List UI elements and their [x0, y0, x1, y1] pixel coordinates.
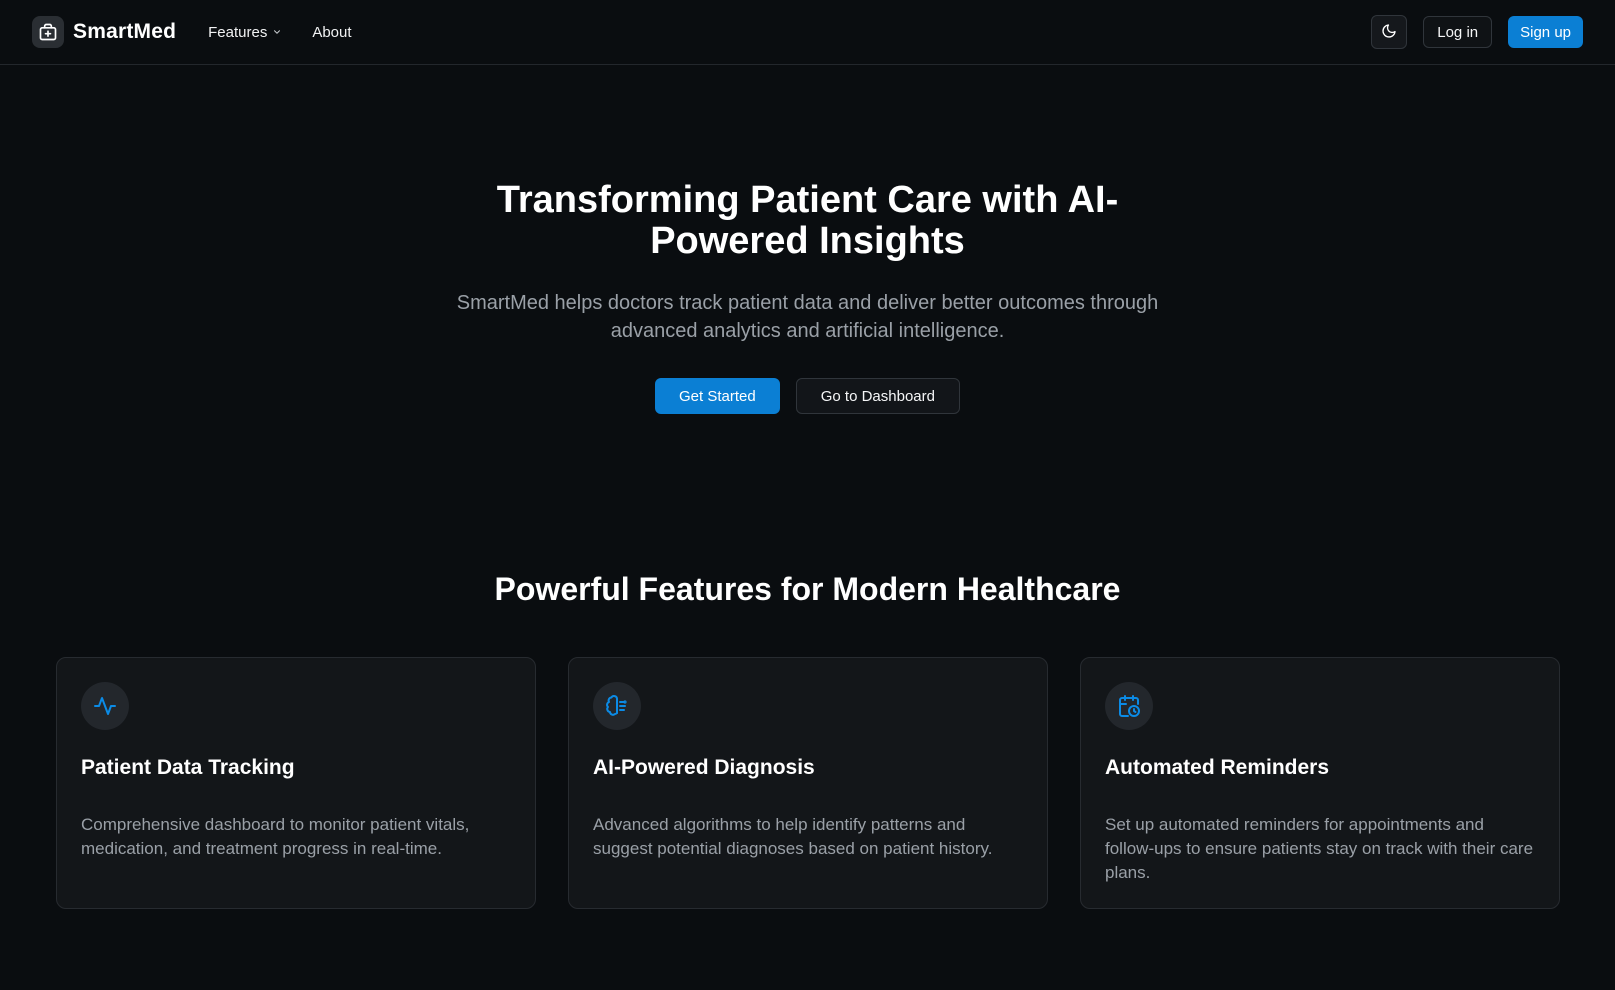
nav-features-label: Features — [208, 23, 268, 41]
activity-icon — [81, 682, 129, 730]
hero-section: Transforming Patient Care with AI-Powere… — [0, 180, 1615, 414]
moon-icon — [1381, 23, 1397, 42]
feature-title: AI-Powered Diagnosis — [593, 756, 815, 779]
medical-bag-icon — [32, 16, 64, 48]
feature-title: Automated Reminders — [1105, 756, 1330, 779]
nav-actions: Log in Sign up — [1371, 15, 1583, 49]
feature-description: Advanced algorithms to help identify pat… — [593, 815, 993, 858]
theme-toggle-button[interactable] — [1371, 15, 1408, 49]
brand[interactable]: SmartMed — [32, 16, 176, 48]
chevron-down-icon — [272, 24, 282, 41]
top-navbar: SmartMed Features About Log in Sign up — [0, 0, 1615, 65]
feature-title: Patient Data Tracking — [81, 756, 295, 779]
feature-description: Comprehensive dashboard to monitor patie… — [81, 815, 470, 858]
brand-name: SmartMed — [73, 20, 177, 43]
feature-card: Automated Reminders Set up automated rem… — [1080, 657, 1560, 909]
nav-about-label: About — [312, 23, 352, 41]
go-to-dashboard-button[interactable]: Go to Dashboard — [795, 378, 960, 414]
feature-card: Patient Data Tracking Comprehensive dash… — [56, 657, 536, 909]
hero-actions: Get Started Go to Dashboard — [0, 378, 1615, 414]
login-button[interactable]: Log in — [1423, 16, 1493, 48]
calendar-clock-icon — [1105, 682, 1153, 730]
feature-description: Set up automated reminders for appointme… — [1105, 815, 1534, 882]
feature-card: AI-Powered Diagnosis Advanced algorithms… — [568, 657, 1048, 909]
get-started-button[interactable]: Get Started — [655, 378, 780, 414]
brain-icon — [593, 682, 641, 730]
hero-subtitle: SmartMed helps doctors track patient dat… — [456, 292, 1159, 342]
signup-button[interactable]: Sign up — [1508, 16, 1583, 48]
nav-about-link[interactable]: About — [312, 24, 351, 41]
features-grid: Patient Data Tracking Comprehensive dash… — [56, 657, 1560, 909]
nav-features-dropdown[interactable]: Features — [208, 24, 282, 41]
hero-title: Transforming Patient Care with AI-Powere… — [496, 179, 1119, 262]
nav-links: Features About — [208, 24, 351, 41]
features-heading: Powerful Features for Modern Healthcare — [494, 571, 1121, 607]
